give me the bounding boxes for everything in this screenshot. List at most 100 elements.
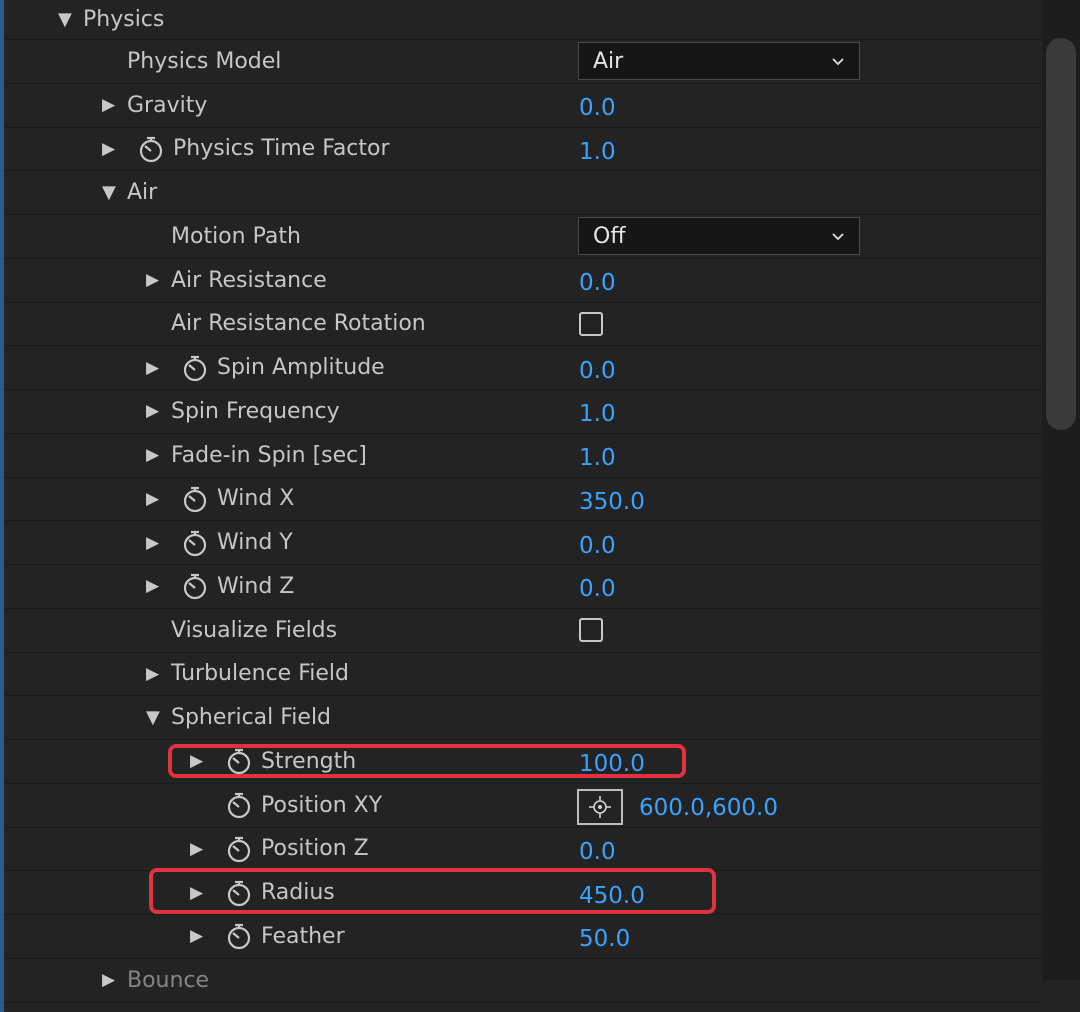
triangle-right-icon[interactable]: ▶: [146, 653, 159, 696]
stopwatch-icon[interactable]: [182, 478, 208, 521]
value-scrubber[interactable]: 1.0: [579, 390, 616, 433]
stopwatch-icon[interactable]: [138, 128, 164, 171]
triangle-down-icon[interactable]: ▼: [146, 696, 160, 739]
value-scrubber[interactable]: 0.0: [579, 259, 616, 302]
value-scrubber[interactable]: 1.0: [579, 434, 616, 477]
property-row-gravity: ▶ Gravity 0.0: [4, 84, 1042, 128]
value-scrubber[interactable]: 0.0: [579, 346, 616, 389]
property-row-feather: ▶ Feather 50.0: [4, 915, 1042, 959]
property-label: Bounce: [127, 967, 210, 993]
property-row-air: ▼ Air: [4, 171, 1042, 215]
property-label: Physics Model: [127, 48, 282, 74]
stopwatch-icon[interactable]: [182, 346, 208, 389]
property-label: Air Resistance Rotation: [171, 311, 426, 337]
stopwatch-icon[interactable]: [226, 871, 252, 914]
triangle-right-icon[interactable]: ▶: [146, 390, 159, 433]
triangle-right-icon[interactable]: ▶: [102, 128, 115, 171]
triangle-right-icon[interactable]: ▶: [146, 565, 159, 608]
property-list: ▼ Physics Physics Model Air ▶ Gravity 0.0 ▶ Phys…: [4, 0, 1042, 1003]
property-label: Position Z: [261, 836, 369, 862]
chevron-down-icon: [831, 54, 845, 68]
property-label: Spin Amplitude: [217, 355, 385, 381]
stopwatch-icon[interactable]: [226, 915, 252, 958]
property-row-visualize-fields: Visualize Fields: [4, 609, 1042, 653]
property-row-spherical-field: ▼ Spherical Field: [4, 696, 1042, 740]
property-label: Spin Frequency: [171, 398, 340, 424]
property-row-spin-amplitude: ▶ Spin Amplitude 0.0: [4, 346, 1042, 390]
property-label: Visualize Fields: [171, 617, 338, 643]
property-row-physics-model: Physics Model Air: [4, 40, 1042, 84]
triangle-right-icon[interactable]: ▶: [190, 871, 203, 914]
triangle-right-icon[interactable]: ▶: [146, 478, 159, 521]
effect-controls-panel: ▼ Physics Physics Model Air ▶ Gravity 0.0 ▶ Phys…: [0, 0, 1080, 1012]
physics-model-dropdown[interactable]: Air: [578, 42, 860, 80]
triangle-down-icon[interactable]: ▼: [58, 0, 72, 39]
property-label: Wind Z: [217, 573, 295, 599]
stopwatch-icon[interactable]: [226, 740, 252, 783]
property-row-air-resistance-rotation: Air Resistance Rotation: [4, 303, 1042, 347]
property-row-turbulence-field: ▶ Turbulence Field: [4, 653, 1042, 697]
value-scrubber[interactable]: 1.0: [579, 128, 616, 171]
triangle-right-icon[interactable]: ▶: [146, 259, 159, 302]
visualize-fields-checkbox[interactable]: [579, 618, 603, 643]
value-scrubber[interactable]: 0.0: [579, 565, 616, 608]
property-row-radius: ▶ Radius 450.0: [4, 868, 1042, 915]
triangle-right-icon[interactable]: ▶: [146, 346, 159, 389]
stopwatch-icon[interactable]: [182, 521, 208, 564]
property-label: Radius: [261, 880, 335, 906]
property-row-spin-frequency: ▶ Spin Frequency 1.0: [4, 390, 1042, 434]
property-label: Wind Y: [217, 530, 293, 556]
triangle-down-icon[interactable]: ▼: [102, 171, 116, 214]
property-row-position-z: ▶ Position Z 0.0: [4, 828, 1042, 872]
value-scrubber[interactable]: 350.0: [579, 478, 645, 521]
property-label: Feather: [261, 923, 345, 949]
property-row-wind-y: ▶ Wind Y 0.0: [4, 521, 1042, 565]
property-row-physics-time-factor: ▶ Physics Time Factor 1.0: [4, 128, 1042, 172]
dropdown-value: Air: [593, 48, 624, 74]
scrollbar-thumb[interactable]: [1046, 38, 1076, 430]
property-row-fade-in-spin: ▶ Fade-in Spin [sec] 1.0: [4, 434, 1042, 478]
dropdown-value: Off: [593, 223, 626, 249]
triangle-right-icon[interactable]: ▶: [146, 521, 159, 564]
value-scrubber[interactable]: 50.0: [579, 915, 630, 958]
property-label: Spherical Field: [171, 705, 332, 731]
property-label: Physics Time Factor: [173, 136, 390, 162]
value-scrubber[interactable]: 0.0: [579, 828, 616, 871]
property-label: Fade-in Spin [sec]: [171, 442, 367, 468]
property-label: Air: [127, 180, 158, 206]
stopwatch-icon[interactable]: [226, 784, 252, 827]
triangle-right-icon[interactable]: ▶: [102, 84, 115, 127]
property-label: Turbulence Field: [171, 661, 349, 687]
motion-path-dropdown[interactable]: Off: [578, 217, 860, 255]
stopwatch-icon[interactable]: [226, 828, 252, 871]
position-value[interactable]: 600.0,600.0: [639, 784, 778, 827]
property-label: Wind X: [217, 486, 295, 512]
property-row-wind-z: ▶ Wind Z 0.0: [4, 565, 1042, 609]
property-label: Gravity: [127, 92, 208, 118]
triangle-right-icon[interactable]: ▶: [190, 915, 203, 958]
property-label: Position XY: [261, 792, 383, 818]
chevron-down-icon: [831, 229, 845, 243]
property-row-physics: ▼ Physics: [4, 0, 1042, 40]
property-row-motion-path: Motion Path Off: [4, 215, 1042, 259]
property-label: Air Resistance: [171, 267, 327, 293]
value-scrubber[interactable]: 450.0: [579, 871, 645, 914]
property-row-strength: ▶ Strength 100.0: [4, 740, 1042, 784]
property-label: Motion Path: [171, 223, 301, 249]
crosshair-icon[interactable]: [577, 788, 623, 825]
air-resistance-rotation-checkbox[interactable]: [579, 311, 603, 336]
property-label: Physics: [83, 7, 165, 32]
value-scrubber[interactable]: 0.0: [579, 521, 616, 564]
triangle-right-icon[interactable]: ▶: [102, 959, 115, 1002]
value-scrubber[interactable]: 100.0: [579, 740, 645, 783]
property-row-wind-x: ▶ Wind X 350.0: [4, 478, 1042, 522]
property-label: Strength: [261, 748, 357, 774]
triangle-right-icon[interactable]: ▶: [190, 828, 203, 871]
triangle-right-icon[interactable]: ▶: [146, 434, 159, 477]
property-row-bounce: ▶ Bounce: [4, 959, 1042, 1003]
triangle-right-icon[interactable]: ▶: [190, 740, 203, 783]
value-scrubber[interactable]: 0.0: [579, 84, 616, 127]
property-row-position-xy: Position XY 600.0,600.0: [4, 784, 1042, 828]
property-row-air-resistance: ▶ Air Resistance 0.0: [4, 259, 1042, 303]
stopwatch-icon[interactable]: [182, 565, 208, 608]
